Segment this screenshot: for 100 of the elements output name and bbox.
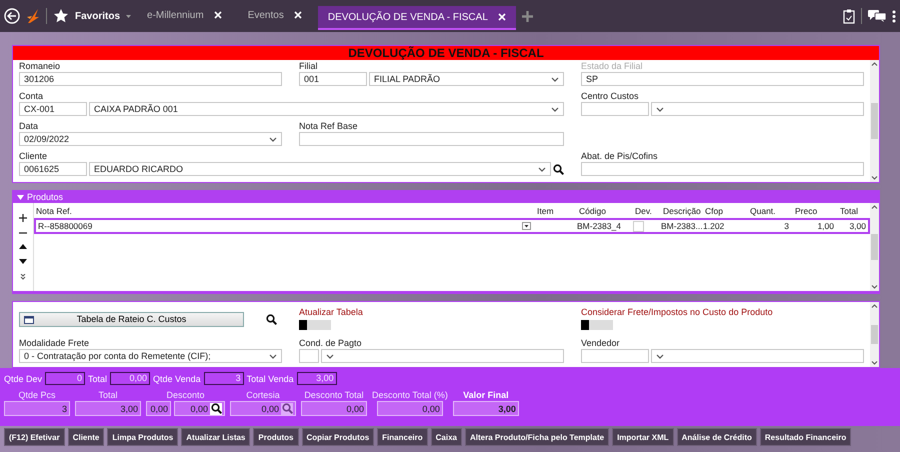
star-icon[interactable] — [53, 8, 69, 24]
total-label: Cortesia — [246, 390, 280, 400]
total-label: Valor Final — [463, 390, 509, 400]
field-label: Modalidade Frete — [19, 337, 90, 349]
column-header[interactable]: Quant. — [748, 206, 793, 216]
column-header[interactable]: Nota Ref. — [34, 206, 535, 216]
action-button[interactable]: Altera Produto/Ficha pelo Template — [464, 428, 610, 446]
plus-icon[interactable] — [522, 10, 533, 22]
column-header[interactable]: Cfop — [703, 206, 748, 216]
search-icon[interactable] — [553, 164, 564, 174]
action-button[interactable]: Caixa — [430, 428, 462, 446]
dropdown-field[interactable] — [651, 102, 864, 116]
table-cell-text: 1,00 — [816, 221, 835, 231]
scroll-down-icon[interactable] — [871, 176, 878, 180]
table-cell-text: 3,00 — [848, 221, 867, 231]
add-icon[interactable] — [19, 214, 27, 222]
collapse-icon[interactable] — [17, 194, 24, 200]
move-up-icon[interactable] — [19, 244, 27, 249]
action-button[interactable]: Importar XML — [612, 428, 674, 446]
input-field[interactable] — [581, 102, 649, 116]
dropdown-field[interactable]: EDUARDO RICARDO — [89, 162, 551, 176]
dropdown-icon[interactable] — [522, 222, 531, 230]
field-label: Conta — [19, 90, 44, 102]
input-field[interactable] — [299, 349, 319, 363]
dropdown-field[interactable] — [651, 349, 864, 363]
section-title: Produtos — [27, 192, 64, 202]
toggle-switch[interactable] — [299, 320, 331, 330]
dropdown-field[interactable]: 0 - Contratação por conta do Remetente (CIF); — [19, 349, 282, 363]
action-button[interactable]: Atualizar Listas — [181, 428, 250, 446]
scroll-up-icon[interactable] — [871, 62, 878, 66]
column-header[interactable]: Total — [838, 206, 870, 216]
scrollbar[interactable] — [870, 203, 879, 291]
input-field[interactable] — [581, 162, 864, 176]
tab[interactable]: DEVOLUÇÃO DE VENDA - FISCAL — [318, 6, 516, 30]
favorites-menu[interactable]: Favoritos — [75, 10, 120, 22]
input-field[interactable]: CX-001 — [19, 102, 87, 116]
back-icon[interactable] — [4, 8, 20, 24]
scrollbar[interactable] — [870, 60, 879, 182]
caret-icon — [656, 354, 664, 358]
toggle-switch[interactable] — [581, 320, 613, 330]
table-cell-text: 3 — [783, 221, 790, 231]
summary-label: Total Venda — [246, 374, 294, 384]
close-icon[interactable] — [294, 11, 302, 19]
expand-icon[interactable] — [20, 274, 26, 280]
scroll-thumb[interactable] — [871, 234, 878, 260]
clipboard-icon[interactable] — [843, 8, 855, 24]
input-field[interactable]: 001 — [299, 72, 367, 86]
column-header[interactable]: Descrição — [661, 206, 703, 216]
close-icon[interactable] — [214, 11, 222, 19]
scroll-down-icon[interactable] — [871, 285, 878, 289]
column-header[interactable]: Item — [535, 206, 577, 216]
action-button[interactable]: Análise de Crédito — [676, 428, 757, 446]
scrollbar[interactable] — [870, 302, 879, 367]
action-button[interactable]: Resultado Financeiro — [760, 428, 852, 446]
search-icon[interactable] — [266, 314, 277, 324]
rateio-button[interactable]: Tabela de Rateio C. Custos — [19, 312, 244, 326]
search-icon[interactable] — [210, 403, 222, 414]
scroll-up-icon[interactable] — [871, 205, 878, 209]
field-label: Centro Custos — [581, 90, 640, 102]
checkbox[interactable] — [633, 220, 644, 232]
action-button[interactable]: Cliente — [68, 428, 104, 446]
tab[interactable]: Eventos — [238, 4, 312, 28]
total-label: Total — [98, 390, 118, 400]
scroll-down-icon[interactable] — [871, 360, 878, 365]
action-button[interactable]: Produtos — [253, 428, 298, 446]
action-button[interactable]: Financeiro — [377, 428, 428, 446]
move-down-icon[interactable] — [19, 259, 27, 264]
dropdown-field[interactable]: FILIAL PADRÃO — [369, 72, 564, 86]
input-field[interactable]: 301206 — [19, 72, 282, 86]
column-header[interactable]: Dev. — [633, 206, 661, 216]
input-field[interactable]: 0061625 — [19, 162, 87, 176]
scroll-thumb[interactable] — [871, 103, 878, 139]
table-icon — [24, 316, 34, 324]
total-field: 3,00 — [75, 401, 141, 416]
total-label: Desconto — [166, 390, 205, 400]
scroll-thumb[interactable] — [871, 325, 878, 344]
scroll-up-icon[interactable] — [871, 304, 878, 308]
action-button[interactable]: Limpa Produtos — [107, 428, 178, 446]
dropdown-field[interactable]: CAIXA PADRÃO 001 — [89, 102, 564, 116]
table-cell-text: BM-2383_4 — [576, 221, 622, 231]
input-field[interactable] — [299, 132, 564, 146]
dropdown-field[interactable]: 02/09/2022 — [19, 132, 282, 146]
logo-icon[interactable] — [26, 8, 40, 24]
column-header[interactable]: Código — [577, 206, 633, 216]
input-field[interactable] — [581, 349, 649, 363]
tab[interactable]: e-Millennium — [137, 4, 232, 28]
chat-icon[interactable] — [868, 10, 886, 22]
dropdown-field[interactable] — [321, 349, 564, 363]
column-header[interactable]: Preco — [793, 206, 838, 216]
summary-label: Qtde Dev — [4, 374, 42, 384]
total-label: Desconto Total — [304, 390, 364, 400]
section-header[interactable]: Produtos — [13, 191, 879, 203]
close-icon[interactable] — [498, 13, 506, 21]
total-field: 0,00 — [230, 401, 296, 416]
action-button[interactable]: (F12) Efetivar — [4, 428, 65, 446]
total-label: Qtde Pcs — [18, 390, 56, 400]
action-button[interactable]: Copiar Produtos — [302, 428, 374, 446]
table-row[interactable]: R--858800069 BM-2383_4 BM-2383...1.202 3 1,00 3,00 — [34, 218, 870, 234]
more-icon[interactable] — [892, 10, 896, 22]
toggle-label: Atualizar Tabela — [299, 307, 364, 317]
